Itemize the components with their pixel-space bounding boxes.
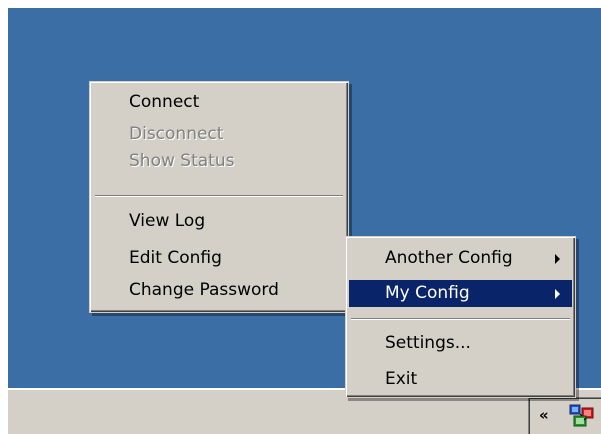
menu-item-label: Change Password bbox=[129, 280, 279, 300]
network-monitor-icon[interactable] bbox=[567, 402, 597, 430]
menu-item-label: Show Status bbox=[129, 151, 235, 171]
tray-expand-chevron[interactable]: « bbox=[539, 407, 549, 423]
menu-item-label: View Log bbox=[129, 211, 206, 231]
menu-item-edit-config[interactable]: Edit Config bbox=[93, 245, 345, 272]
connection-context-menu: Connect Disconnect Show Status View Log … bbox=[89, 81, 349, 313]
menu-separator bbox=[95, 195, 343, 197]
menu-item-connect[interactable]: Connect bbox=[93, 89, 345, 116]
menu-item-my-config[interactable]: My Config bbox=[349, 280, 572, 307]
menu-item-show-status[interactable]: Show Status bbox=[93, 148, 345, 175]
menu-item-label: Edit Config bbox=[129, 248, 222, 268]
menu-item-label: Connect bbox=[129, 92, 200, 112]
submenu-arrow-icon bbox=[555, 254, 560, 264]
menu-item-label: Settings... bbox=[385, 333, 471, 353]
menu-item-label: Disconnect bbox=[129, 124, 224, 144]
submenu-arrow-icon bbox=[555, 289, 560, 299]
menu-item-label: My Config bbox=[385, 283, 470, 303]
menu-item-label: Another Config bbox=[385, 248, 513, 268]
menu-item-label: Exit bbox=[385, 369, 418, 389]
menu-item-view-log[interactable]: View Log bbox=[93, 208, 345, 235]
system-tray: « bbox=[528, 397, 601, 434]
menu-item-disconnect[interactable]: Disconnect bbox=[93, 121, 345, 148]
tray-context-menu: Another Config My Config Settings... Exi… bbox=[345, 236, 576, 398]
menu-item-change-password[interactable]: Change Password bbox=[93, 277, 345, 304]
menu-item-another-config[interactable]: Another Config bbox=[349, 245, 572, 272]
menu-item-exit[interactable]: Exit bbox=[349, 366, 572, 393]
menu-separator bbox=[351, 318, 570, 320]
menu-item-settings[interactable]: Settings... bbox=[349, 330, 572, 357]
